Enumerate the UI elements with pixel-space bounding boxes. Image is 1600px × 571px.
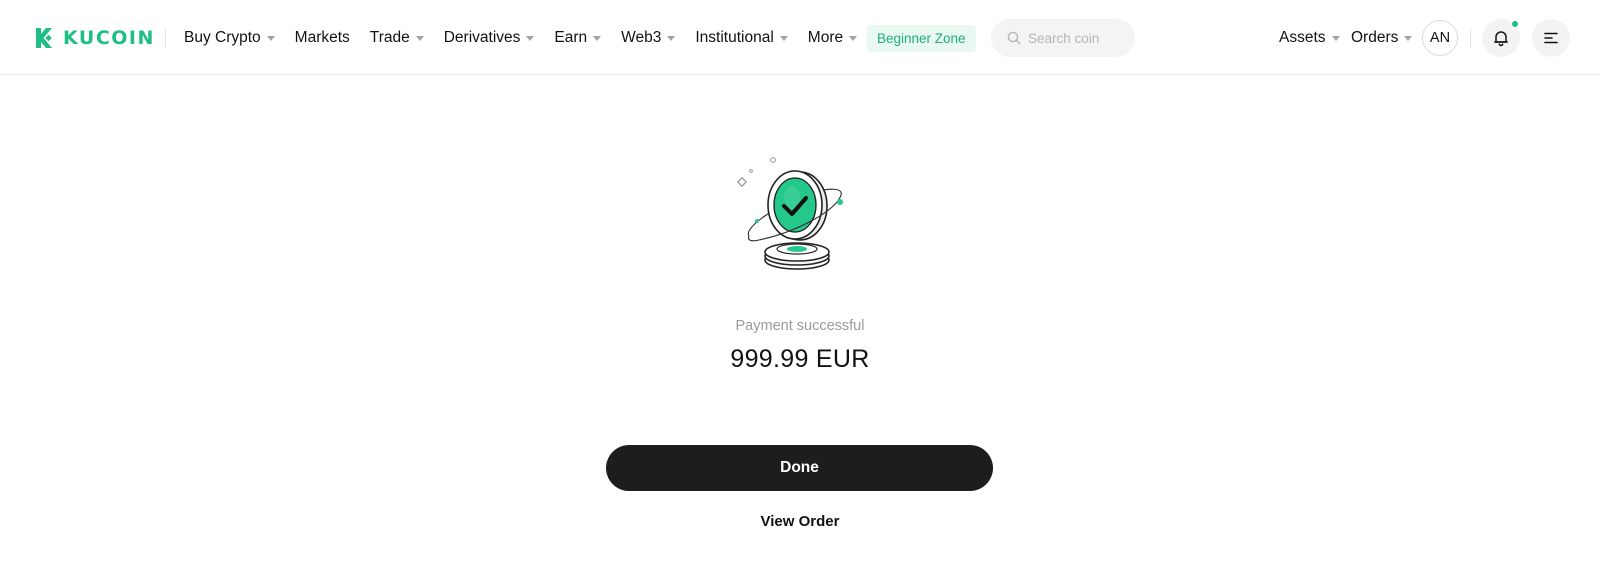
caret-down-icon <box>593 36 602 41</box>
nav-item-label: Derivatives <box>443 28 521 46</box>
caret-down-icon <box>1331 36 1340 41</box>
orders-menu[interactable]: Orders <box>1351 0 1413 75</box>
header-divider <box>1470 28 1471 48</box>
header-divider <box>165 28 166 48</box>
caret-down-icon <box>779 36 788 41</box>
search-icon <box>1007 31 1021 45</box>
menu-button[interactable] <box>1532 19 1570 57</box>
success-coin-check-icon <box>737 157 843 270</box>
assets-menu-trigger[interactable]: Assets <box>1279 29 1340 47</box>
nav-item-label: Institutional <box>695 28 774 46</box>
nav-item-derivatives[interactable]: Derivatives <box>444 29 535 47</box>
payment-status-text: Payment successful <box>735 318 865 334</box>
search-box[interactable] <box>991 19 1135 57</box>
assets-label: Assets <box>1279 28 1326 46</box>
main-nav: Buy Crypto Markets Trade Derivatives Ear… <box>184 0 877 75</box>
orders-menu-trigger[interactable]: Orders <box>1351 28 1413 47</box>
kucoin-logo-icon <box>36 28 52 48</box>
nav-item-label: Trade <box>369 28 410 46</box>
nav-item-earn[interactable]: Earn <box>554 28 602 47</box>
caret-down-icon <box>415 36 424 41</box>
caret-down-icon <box>526 36 535 41</box>
caret-down-icon <box>1404 36 1413 41</box>
nav-item-label: More <box>807 28 844 46</box>
nav-item-label: Markets <box>294 28 350 46</box>
nav-item-markets[interactable]: Markets <box>295 29 350 47</box>
nav-item-institutional[interactable]: Institutional <box>695 28 788 47</box>
nav-item-buy-crypto[interactable]: Buy Crypto <box>184 29 275 47</box>
view-order-link[interactable]: View Order <box>0 513 1600 530</box>
nav-item-label: Buy Crypto <box>184 28 261 46</box>
caret-down-icon <box>667 36 676 41</box>
caret-down-icon <box>849 36 858 41</box>
search-input[interactable] <box>1028 30 1128 46</box>
user-avatar[interactable]: AN <box>1422 20 1458 56</box>
nav-item-label: Earn <box>554 28 588 46</box>
caret-down-icon <box>266 36 275 41</box>
nav-item-trade[interactable]: Trade <box>370 29 424 47</box>
top-navigation-bar: KUCOIN Buy Crypto Markets Trade Derivati… <box>0 0 1600 75</box>
done-button[interactable]: Done <box>606 445 993 491</box>
notification-dot <box>1511 20 1519 28</box>
beginner-zone-link[interactable]: Beginner Zone <box>867 25 976 52</box>
payment-amount: 999.99 EUR <box>730 345 870 373</box>
nav-item-label: Web3 <box>621 28 662 46</box>
bell-icon <box>1494 31 1508 47</box>
assets-menu[interactable]: Assets <box>1279 0 1340 75</box>
brand-name: KUCOIN <box>63 27 155 49</box>
orders-label: Orders <box>1351 28 1399 46</box>
menu-icon <box>1544 32 1558 44</box>
kucoin-logo[interactable]: KUCOIN <box>28 24 155 52</box>
nav-item-web3[interactable]: Web3 <box>621 28 676 47</box>
nav-item-more[interactable]: More <box>807 28 858 47</box>
